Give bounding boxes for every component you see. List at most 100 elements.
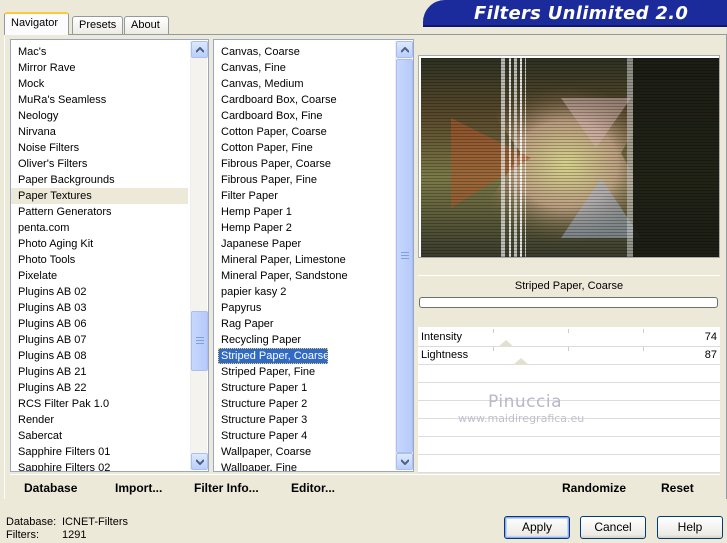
category-item[interactable]: Pattern Generators: [11, 204, 188, 220]
category-item[interactable]: Sapphire Filters 02: [11, 460, 188, 471]
slider-label: Lightness: [421, 349, 469, 361]
tab-presets[interactable]: Presets: [72, 16, 123, 34]
filter-item[interactable]: Mineral Paper, Sandstone: [214, 268, 393, 284]
chevron-up-icon: [401, 47, 409, 53]
category-item[interactable]: Plugins AB 08: [11, 348, 188, 364]
filter-item[interactable]: Hemp Paper 1: [214, 204, 393, 220]
chevron-up-icon: [196, 47, 204, 53]
category-item[interactable]: Plugins AB 02: [11, 284, 188, 300]
reset-button[interactable]: Reset: [661, 479, 694, 497]
category-item[interactable]: Sabercat: [11, 428, 188, 444]
editor-button[interactable]: Editor...: [291, 479, 335, 497]
filter-item[interactable]: Fibrous Paper, Coarse: [214, 156, 393, 172]
tab-about[interactable]: About: [124, 16, 169, 34]
category-item[interactable]: penta.com: [11, 220, 188, 236]
filter-item[interactable]: Rag Paper: [214, 316, 393, 332]
filter-item[interactable]: Wallpaper, Fine: [214, 460, 393, 471]
watermark-url: www.maidiregrafica.eu: [458, 412, 585, 425]
import-button[interactable]: Import...: [115, 479, 162, 497]
category-item[interactable]: Plugins AB 07: [11, 332, 188, 348]
filter-item[interactable]: Filter Paper: [214, 188, 393, 204]
slider-thumb[interactable]: [513, 358, 529, 365]
filter-item[interactable]: Canvas, Coarse: [214, 44, 393, 60]
database-button[interactable]: Database: [24, 479, 77, 497]
scroll-up-button[interactable]: [396, 41, 413, 58]
category-item[interactable]: Mirror Rave: [11, 60, 188, 76]
category-item[interactable]: Oliver's Filters: [11, 156, 188, 172]
scroll-down-button[interactable]: [191, 453, 208, 470]
category-item[interactable]: Photo Tools: [11, 252, 188, 268]
selected-filter-name: Striped Paper, Coarse: [418, 275, 720, 295]
category-item[interactable]: Mac's: [11, 44, 188, 60]
filter-item[interactable]: Structure Paper 4: [214, 428, 393, 444]
category-item[interactable]: Plugins AB 06: [11, 316, 188, 332]
filter-item[interactable]: Cotton Paper, Coarse: [214, 124, 393, 140]
category-item[interactable]: Render: [11, 412, 188, 428]
category-item[interactable]: RCS Filter Pak 1.0: [11, 396, 188, 412]
watermark-title: Pinuccia: [488, 392, 562, 412]
category-item[interactable]: Noise Filters: [11, 140, 188, 156]
bottom-toolbar: Database Import... Filter Info... Editor…: [10, 474, 720, 500]
category-item[interactable]: Nirvana: [11, 124, 188, 140]
help-button[interactable]: Help: [657, 516, 723, 539]
filter-items: Canvas, Coarse Canvas, Fine Canvas, Medium…: [214, 44, 393, 471]
filter-item[interactable]: Hemp Paper 2: [214, 220, 393, 236]
filter-item[interactable]: Canvas, Medium: [214, 76, 393, 92]
filters-label: Filters:: [6, 529, 39, 541]
filter-scrollbar[interactable]: [395, 41, 413, 470]
randomize-button[interactable]: Randomize: [562, 479, 626, 497]
filter-item[interactable]: Cardboard Box, Coarse: [214, 92, 393, 108]
category-item[interactable]: MuRa's Seamless: [11, 92, 188, 108]
database-label: Database:: [6, 516, 57, 528]
parameter-panel: Intensity 74 Lightness 87: [418, 327, 720, 473]
filter-item[interactable]: papier kasy 2: [214, 284, 393, 300]
category-item[interactable]: Pixelate: [11, 268, 188, 284]
filter-item[interactable]: Structure Paper 1: [214, 380, 393, 396]
empty-slider-row: [418, 365, 720, 383]
preview-frame: [418, 55, 720, 258]
scroll-thumb[interactable]: [191, 311, 208, 371]
category-item[interactable]: Photo Aging Kit: [11, 236, 188, 252]
apply-button[interactable]: Apply: [504, 516, 570, 539]
filter-item[interactable]: Structure Paper 2: [214, 396, 393, 412]
tab-navigator[interactable]: Navigator: [4, 12, 69, 35]
filter-item[interactable]: Cotton Paper, Fine: [214, 140, 393, 156]
filter-item[interactable]: Striped Paper, Coarse: [218, 348, 328, 364]
category-item[interactable]: Paper Textures: [11, 188, 188, 204]
filter-list[interactable]: Canvas, Coarse Canvas, Fine Canvas, Medium…: [213, 39, 414, 472]
category-item[interactable]: Neology: [11, 108, 188, 124]
progress-bar: [419, 297, 718, 308]
slider-thumb[interactable]: [498, 340, 514, 347]
app-title: Filters Unlimited 2.0: [474, 3, 689, 24]
scroll-thumb[interactable]: [396, 59, 413, 453]
category-item[interactable]: Plugins AB 21: [11, 364, 188, 380]
filter-item[interactable]: Cardboard Box, Fine: [214, 108, 393, 124]
filter-item[interactable]: Canvas, Fine: [214, 60, 393, 76]
category-item[interactable]: Plugins AB 03: [11, 300, 188, 316]
slider-intensity[interactable]: Intensity 74: [418, 329, 720, 347]
empty-slider-row: [418, 437, 720, 455]
cancel-button[interactable]: Cancel: [580, 516, 646, 539]
filter-item[interactable]: Papyrus: [214, 300, 393, 316]
category-list[interactable]: Mac's Mirror Rave Mock MuRa's Seamless Neolo…: [10, 39, 209, 472]
filter-item[interactable]: Fibrous Paper, Fine: [214, 172, 393, 188]
category-item[interactable]: Sapphire Filters 01: [11, 444, 188, 460]
scroll-down-button[interactable]: [396, 453, 413, 470]
empty-slider-row: [418, 455, 720, 473]
filter-item[interactable]: Wallpaper, Coarse: [214, 444, 393, 460]
filter-item[interactable]: Japanese Paper: [214, 236, 393, 252]
filter-item[interactable]: Mineral Paper, Limestone: [214, 252, 393, 268]
category-item[interactable]: Paper Backgrounds: [11, 172, 188, 188]
filter-item[interactable]: Recycling Paper: [214, 332, 393, 348]
chevron-down-icon: [401, 459, 409, 465]
category-scrollbar[interactable]: [190, 41, 208, 470]
category-item[interactable]: Plugins AB 22: [11, 380, 188, 396]
filter-item[interactable]: Striped Paper, Fine: [214, 364, 393, 380]
chevron-down-icon: [196, 459, 204, 465]
filter-item[interactable]: Structure Paper 3: [214, 412, 393, 428]
slider-lightness[interactable]: Lightness 87: [418, 347, 720, 365]
category-item[interactable]: Mock: [11, 76, 188, 92]
database-value: ICNET-Filters: [62, 516, 128, 528]
scroll-up-button[interactable]: [191, 41, 208, 58]
filter-info-button[interactable]: Filter Info...: [194, 479, 259, 497]
